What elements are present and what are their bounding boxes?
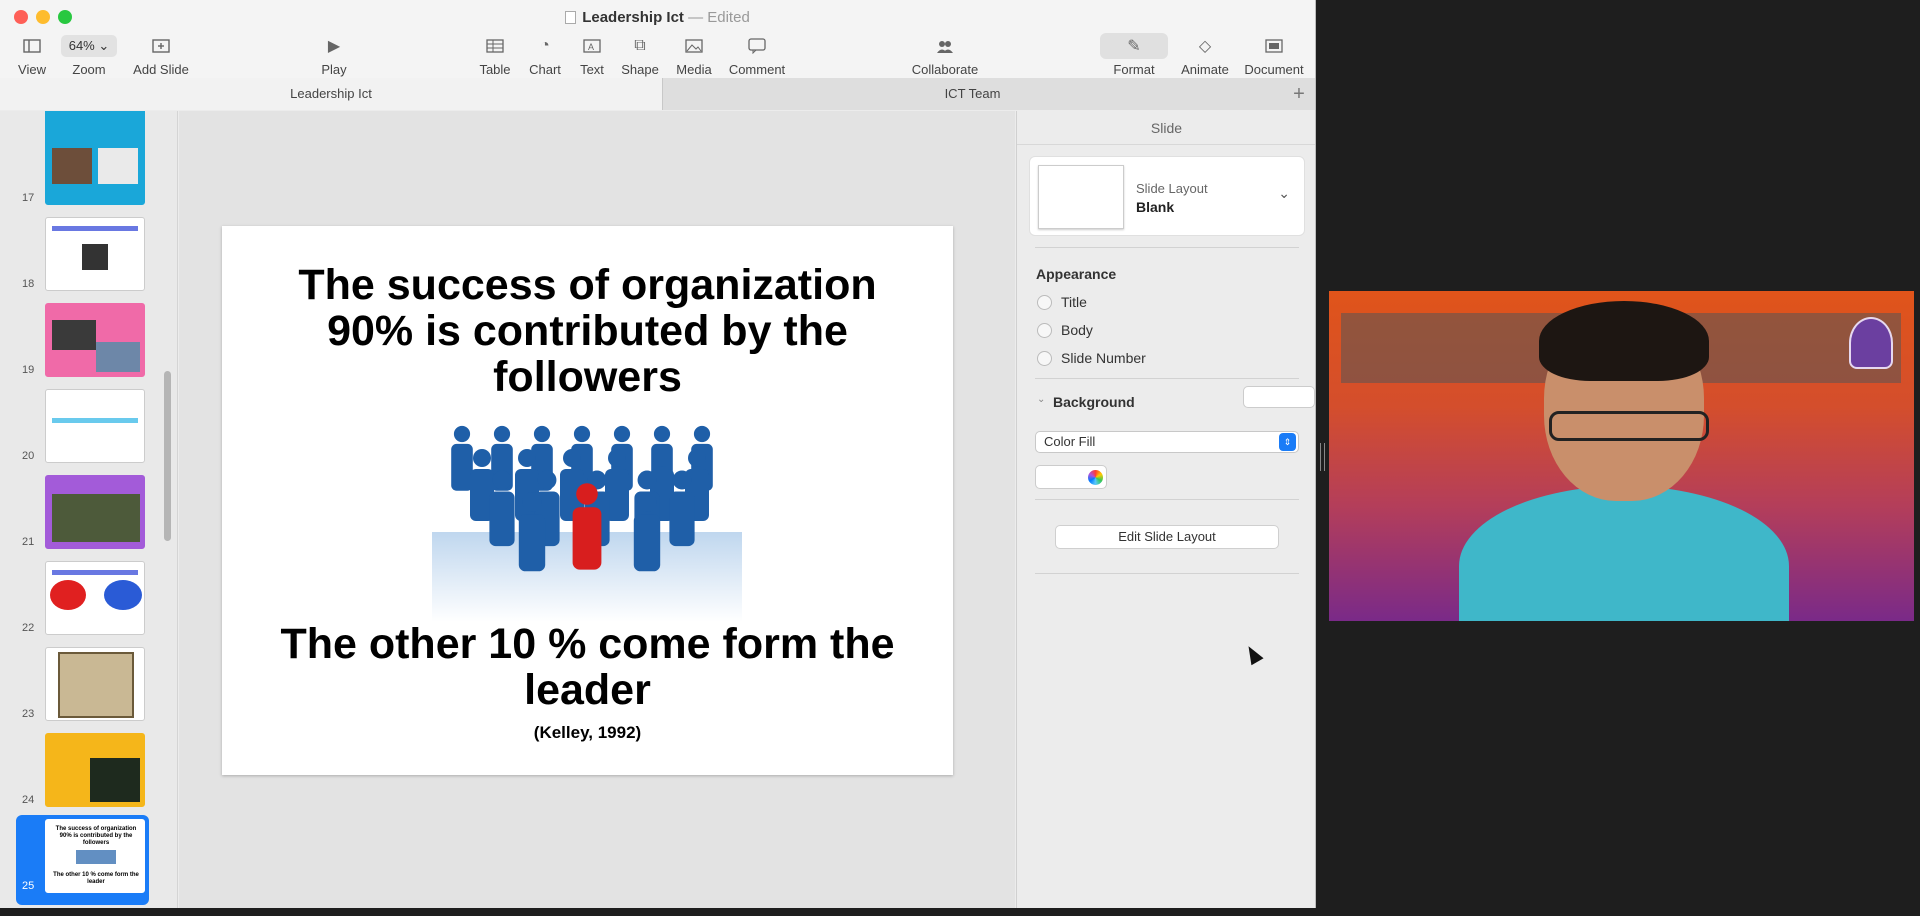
- format-inspector: Slide Slide Layout Blank ⌄ Appearance Ti…: [1016, 111, 1315, 908]
- presenter-glasses: [1549, 411, 1709, 441]
- animate-icon: ◇: [1198, 38, 1212, 55]
- comment-icon: [728, 34, 786, 58]
- disclosure-chevron-icon[interactable]: ⌄: [1037, 394, 1045, 405]
- presenter-shirt: [1459, 486, 1789, 621]
- media-button[interactable]: Media: [674, 34, 714, 77]
- slide-body-text[interactable]: The other 10 % come form the leader: [222, 621, 953, 713]
- tab-leadership-ict[interactable]: Leadership Ict: [0, 78, 662, 110]
- webcam-video: [1329, 291, 1914, 621]
- layout-thumbnail: [1038, 165, 1124, 229]
- add-slide-icon: [130, 34, 192, 58]
- slide-number-checkbox[interactable]: Slide Number: [1037, 350, 1146, 366]
- table-icon: [475, 34, 515, 58]
- edited-status: Edited: [707, 9, 750, 26]
- text-box-icon: A: [572, 34, 612, 58]
- document-panel-icon: [1242, 34, 1306, 58]
- fill-color-well[interactable]: [1035, 465, 1107, 489]
- sidebar-icon: [12, 34, 52, 58]
- table-button[interactable]: Table: [475, 34, 515, 77]
- appearance-heading: Appearance: [1036, 266, 1117, 282]
- paintbrush-icon: ✎: [1127, 38, 1141, 55]
- keynote-window: Leadership Ict — Edited View 64% ⌄ Zoom …: [0, 0, 1316, 908]
- slide-canvas: The success of organization 90% is contr…: [179, 111, 1015, 908]
- inspector-header: Slide: [1017, 111, 1315, 145]
- university-logo: [1849, 317, 1893, 369]
- person-figure: [489, 470, 515, 547]
- person-figure: [669, 470, 695, 547]
- color-wheel-icon[interactable]: [1088, 470, 1103, 485]
- tab-ict-team[interactable]: ICT Team: [662, 78, 1282, 110]
- presenter-hair: [1539, 301, 1709, 381]
- person-figure: [572, 483, 602, 570]
- shape-icon: ⧉: [634, 37, 646, 54]
- chart-icon: ◔: [540, 37, 550, 54]
- zoom-select[interactable]: 64% ⌄: [61, 35, 117, 57]
- zoom-control[interactable]: 64% ⌄ Zoom: [60, 34, 118, 77]
- tab-bar: Leadership Ict ICT Team +: [0, 78, 1315, 110]
- add-slide-button[interactable]: Add Slide: [130, 34, 192, 77]
- slide-headline[interactable]: The success of organization 90% is contr…: [222, 262, 953, 400]
- edit-slide-layout-button[interactable]: Edit Slide Layout: [1055, 525, 1279, 549]
- play-icon: ▶: [327, 38, 341, 55]
- person-figure: [518, 492, 546, 572]
- chart-button[interactable]: ◔ Chart: [525, 34, 565, 77]
- followers-leader-image[interactable]: [432, 422, 742, 622]
- document-button[interactable]: Document: [1242, 34, 1306, 77]
- title-checkbox[interactable]: Title: [1037, 294, 1087, 310]
- collaborate-button[interactable]: Collaborate: [908, 34, 982, 77]
- current-slide[interactable]: The success of organization 90% is contr…: [222, 226, 953, 775]
- document-icon: [565, 11, 577, 24]
- fill-type-select[interactable]: Color Fill ⇕: [1035, 431, 1299, 453]
- person-figure: [451, 425, 473, 491]
- body-checkbox[interactable]: Body: [1037, 322, 1093, 338]
- view-button[interactable]: View: [12, 34, 52, 77]
- image-icon: [674, 34, 714, 58]
- collaborate-icon: [908, 34, 982, 58]
- format-button[interactable]: ✎ Format: [1100, 33, 1168, 77]
- document-name: Leadership Ict: [582, 9, 684, 26]
- chevron-down-icon: ⌄: [1278, 185, 1290, 201]
- play-button[interactable]: ▶ Play: [314, 34, 354, 77]
- new-tab-button[interactable]: +: [1282, 78, 1315, 110]
- slide-citation[interactable]: (Kelley, 1992): [222, 723, 953, 743]
- svg-text:A: A: [588, 42, 594, 52]
- shape-button[interactable]: ⧉ Shape: [620, 34, 660, 77]
- person-figure: [633, 492, 661, 572]
- comment-button[interactable]: Comment: [728, 34, 786, 77]
- plus-icon: +: [1293, 83, 1305, 105]
- animate-button[interactable]: ◇ Animate: [1178, 34, 1232, 77]
- stepper-arrows-icon: ⇕: [1279, 433, 1296, 451]
- chevron-down-icon: ⌄: [98, 38, 110, 53]
- text-button[interactable]: A Text: [572, 34, 612, 77]
- split-view-handle[interactable]: [1320, 443, 1325, 471]
- navigator-scrollbar[interactable]: [164, 371, 171, 541]
- window-title: Leadership Ict — Edited: [0, 9, 1315, 26]
- slide-navigator[interactable]: 16 17 18 19 20: [0, 111, 178, 908]
- slide-layout-picker[interactable]: Slide Layout Blank ⌄: [1029, 156, 1305, 236]
- background-color-swatch[interactable]: [1243, 386, 1315, 408]
